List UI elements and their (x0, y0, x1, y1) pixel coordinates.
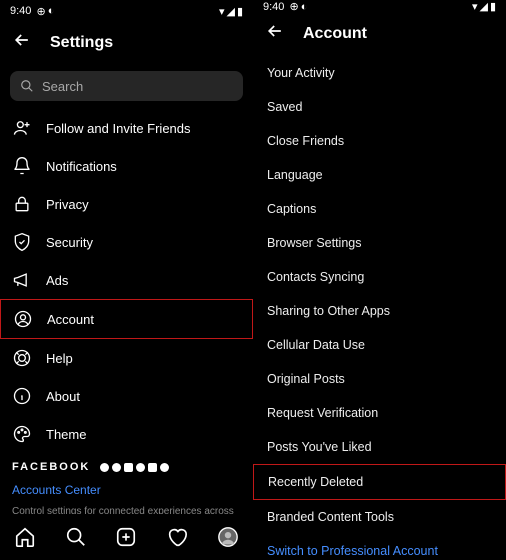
item-browser-settings[interactable]: Browser Settings (253, 226, 506, 260)
menu-follow-invite[interactable]: Follow and Invite Friends (0, 109, 253, 147)
facebook-brand-icons (100, 463, 169, 472)
settings-menu: Follow and Invite Friends Notifications … (0, 109, 253, 514)
page-title: Settings (50, 34, 113, 52)
nav-home[interactable] (11, 523, 39, 551)
menu-notifications[interactable]: Notifications (0, 147, 253, 185)
item-posts-liked[interactable]: Posts You've Liked (253, 430, 506, 464)
item-branded-content[interactable]: Branded Content Tools (253, 500, 506, 534)
item-request-verification[interactable]: Request Verification (253, 396, 506, 430)
search-icon (65, 526, 87, 548)
status-nfc-icon: ⊕ (286, 0, 298, 13)
user-plus-icon (12, 118, 32, 138)
nav-new[interactable] (112, 523, 140, 551)
menu-security[interactable]: Security (0, 223, 253, 261)
nav-profile[interactable] (214, 523, 242, 551)
page-title: Account (303, 25, 367, 43)
item-recently-deleted[interactable]: Recently Deleted (253, 464, 506, 500)
menu-label: Privacy (46, 197, 89, 212)
nav-activity[interactable] (163, 523, 191, 551)
lifebuoy-icon (12, 348, 32, 368)
item-saved[interactable]: Saved (253, 90, 506, 124)
battery-icon: ▮ (237, 5, 243, 18)
status-dnd-icon: ◐ (301, 1, 308, 13)
account-screen: 9:40 ⊕ ◐ ▾ ◢ ▮ Account Your Activity Sav… (253, 0, 506, 560)
bottom-nav (0, 514, 253, 560)
plus-square-icon (115, 526, 137, 548)
menu-label: Theme (46, 427, 86, 442)
avatar-icon (217, 526, 239, 548)
switch-professional-link[interactable]: Switch to Professional Account (253, 534, 506, 560)
lock-icon (12, 194, 32, 214)
header: Account (253, 13, 506, 54)
menu-about[interactable]: About (0, 377, 253, 415)
menu-label: Help (46, 351, 73, 366)
settings-screen: 9:40 ⊕ ◐ ▾ ◢ ▮ Settings Search Follow an… (0, 0, 253, 560)
item-close-friends[interactable]: Close Friends (253, 124, 506, 158)
status-time: 9:40 (263, 1, 284, 13)
menu-label: Notifications (46, 159, 117, 174)
wifi-icon: ▾ (219, 5, 225, 18)
menu-label: Security (46, 235, 93, 250)
status-bar: 9:40 ⊕ ◐ ▾ ◢ ▮ (0, 0, 253, 22)
menu-label: About (46, 389, 80, 404)
item-sharing-other-apps[interactable]: Sharing to Other Apps (253, 294, 506, 328)
facebook-section: FACEBOOK (0, 453, 253, 477)
back-icon[interactable] (265, 21, 285, 46)
accounts-center-link[interactable]: Accounts Center (0, 477, 253, 503)
status-bar: 9:40 ⊕ ◐ ▾ ◢ ▮ (253, 0, 506, 13)
search-placeholder: Search (42, 79, 83, 94)
status-time: 9:40 (10, 5, 31, 17)
menu-account[interactable]: Account (0, 299, 253, 339)
megaphone-icon (12, 270, 32, 290)
back-icon[interactable] (12, 30, 32, 55)
signal-icon: ◢ (226, 5, 234, 18)
status-dnd-icon: ◐ (48, 5, 55, 17)
header: Settings (0, 22, 253, 63)
home-icon (14, 526, 36, 548)
search-input[interactable]: Search (10, 71, 243, 101)
item-captions[interactable]: Captions (253, 192, 506, 226)
shield-icon (12, 232, 32, 252)
search-icon (20, 79, 34, 93)
item-original-posts[interactable]: Original Posts (253, 362, 506, 396)
menu-theme[interactable]: Theme (0, 415, 253, 453)
wifi-icon: ▾ (472, 0, 478, 13)
accounts-desc: Control settings for connected experienc… (0, 503, 253, 514)
menu-label: Follow and Invite Friends (46, 121, 191, 136)
info-icon (12, 386, 32, 406)
item-cellular-data[interactable]: Cellular Data Use (253, 328, 506, 362)
menu-label: Ads (46, 273, 68, 288)
menu-privacy[interactable]: Privacy (0, 185, 253, 223)
battery-icon: ▮ (490, 0, 496, 13)
menu-help[interactable]: Help (0, 339, 253, 377)
item-contacts-syncing[interactable]: Contacts Syncing (253, 260, 506, 294)
item-your-activity[interactable]: Your Activity (253, 56, 506, 90)
heart-icon (166, 526, 188, 548)
menu-ads[interactable]: Ads (0, 261, 253, 299)
nav-search[interactable] (62, 523, 90, 551)
menu-label: Account (47, 312, 94, 327)
signal-icon: ◢ (479, 0, 487, 13)
account-menu: Your Activity Saved Close Friends Langua… (253, 54, 506, 560)
bell-icon (12, 156, 32, 176)
user-circle-icon (13, 309, 33, 329)
palette-icon (12, 424, 32, 444)
status-nfc-icon: ⊕ (33, 5, 45, 18)
item-language[interactable]: Language (253, 158, 506, 192)
